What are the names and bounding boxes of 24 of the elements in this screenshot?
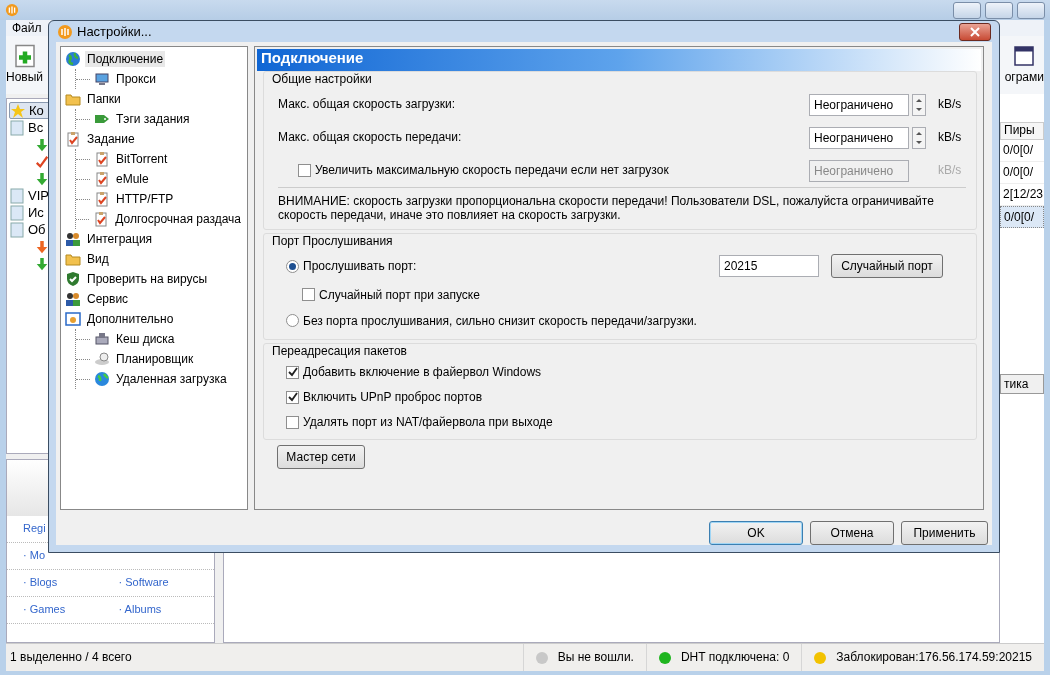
status-text: DHT подключена: 0 xyxy=(680,650,790,665)
field-label: Увеличить максимальную скорость передачи если нет загрузок xyxy=(315,163,669,178)
field-label: Макс. общая скорость передачи: xyxy=(278,130,462,145)
field-label: Макс. общая скорость загрузки: xyxy=(278,97,456,112)
panel-header: Подключение xyxy=(257,49,981,71)
dialog-title: Настройки... xyxy=(77,23,152,40)
checkbox-label: Добавить включение в файервол Windows xyxy=(303,365,542,380)
warning-text: ВНИМАНИЕ: скорость загрузки пропорциональна скорости передачи! Пользователи DSL, пожалуйста ограничивайте скорость передачи, иначе это повлияет на скорость загрузки. xyxy=(277,193,935,225)
status-text: Заблокирован:176.56.174.59:20215 xyxy=(836,650,1032,665)
status-text: 1 выделенно / 4 всего xyxy=(9,650,133,665)
radio-label: Прослушивать порт: xyxy=(303,259,417,274)
column-header: Пиры xyxy=(1000,122,1044,140)
unit-label: kB/s xyxy=(938,130,963,145)
radio-label: Без порта прослушивания, сильно снизит скорость передачи/загрузки. xyxy=(303,313,697,328)
table-cell: 0/0[0/ xyxy=(1000,206,1044,228)
checkbox-label: Включить UPnP проброс портов xyxy=(303,390,483,405)
unit-label: kB/s xyxy=(938,163,963,178)
group-title: Общие настройки xyxy=(271,72,373,88)
unit-label: kB/s xyxy=(938,97,963,112)
checkbox-label: Случайный порт при запуске xyxy=(319,287,480,302)
status-text: Вы не вошли. xyxy=(557,650,634,665)
checkbox-label: Удалять порт из NAT/файервола при выходе xyxy=(303,415,553,430)
group-title: Порт Прослушивания xyxy=(271,233,394,250)
group-title: Переадресация пакетов xyxy=(271,343,408,360)
